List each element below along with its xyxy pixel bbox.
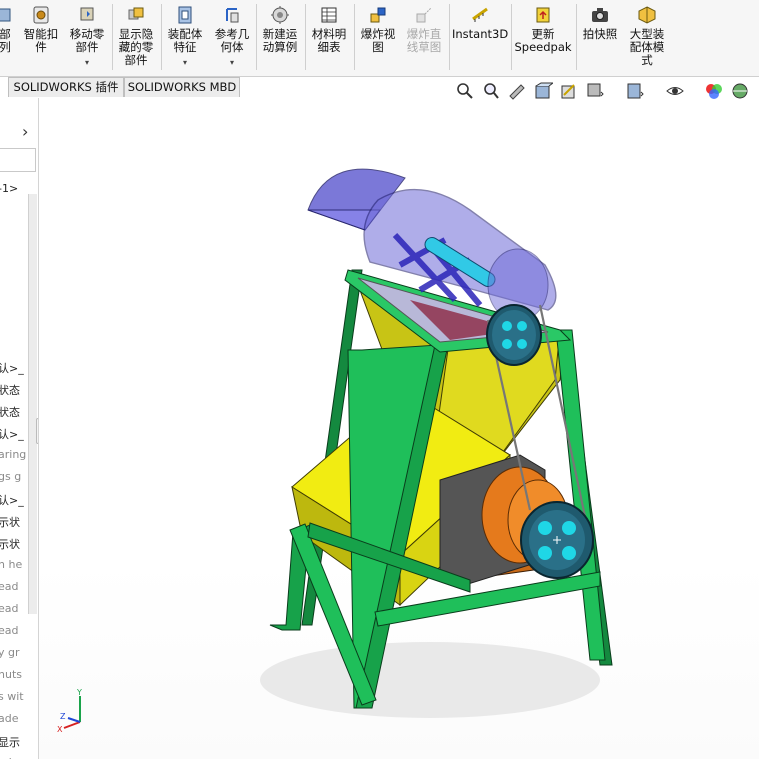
triad-y-label: Y	[76, 688, 82, 697]
model-rendering[interactable]	[0, 0, 759, 759]
pulley-hole	[502, 321, 512, 331]
pulley-hole	[562, 546, 576, 560]
pulley-hole	[517, 321, 527, 331]
model-shadow	[260, 642, 600, 718]
triad-x-label: X	[57, 725, 63, 734]
upper-pulley-face	[492, 310, 536, 360]
pulley-hole	[502, 339, 512, 349]
pulley-hole	[517, 339, 527, 349]
pulley-hole	[538, 521, 552, 535]
pulley-hole	[538, 546, 552, 560]
pulley-hole	[562, 521, 576, 535]
coordinate-triad: Y X Z	[57, 688, 82, 734]
triad-z-label: Z	[60, 712, 66, 721]
